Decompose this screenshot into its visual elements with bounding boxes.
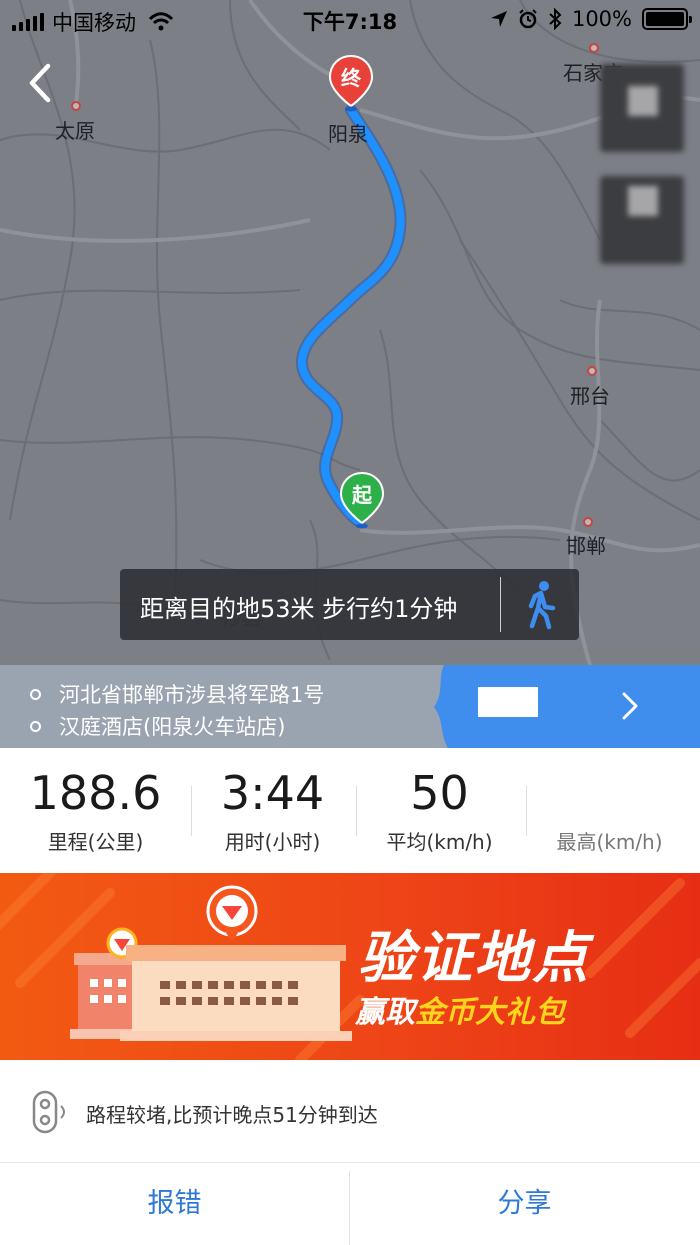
building-illustration <box>70 885 352 1041</box>
bottom-actions: 报错 分享 <box>0 1163 700 1245</box>
promo-subtitle: 赢取金币大礼包 <box>355 987 565 1031</box>
alarm-icon <box>519 9 537 29</box>
city-dot-handan <box>583 517 593 527</box>
stat-duration-value: 3:44 <box>220 766 325 820</box>
stat-average-speed: 50 平均(km/h) <box>352 748 527 873</box>
traffic-note-text: 路程较堵,比预计晚点51分钟到达 <box>86 1103 378 1127</box>
city-label-yangquan: 阳泉 <box>328 122 368 146</box>
back-icon[interactable] <box>22 58 62 108</box>
start-marker-icon[interactable]: 起 <box>339 471 385 531</box>
promo-sub-prefix: 赢取 <box>355 995 415 1030</box>
location-arrow-icon <box>490 11 507 27</box>
map-view[interactable]: 太原 阳泉 石家庄 邢台 邯郸 涉县 终 起 距离目的地53米 步行约1分钟 <box>0 0 700 665</box>
distance-text: 距离目的地53米 步行约1分钟 <box>140 595 458 623</box>
app-root: 太原 阳泉 石家庄 邢台 邯郸 涉县 终 起 距离目的地53米 步行约1分钟 <box>0 0 700 1245</box>
battery-icon <box>642 8 692 30</box>
stat-duration-label: 用时(小时) <box>224 830 321 854</box>
city-label-xingtai: 邢台 <box>570 384 610 408</box>
battery-percent: 100% <box>571 7 632 31</box>
hidden-label-box <box>478 687 538 717</box>
map-locate-control[interactable] <box>600 176 684 264</box>
route-line <box>297 106 405 526</box>
distance-banner: 距离目的地53米 步行约1分钟 <box>120 569 579 640</box>
report-error-button[interactable]: 报错 <box>0 1163 349 1245</box>
status-bar: 中国移动 下午7:18 100% <box>0 0 700 40</box>
stat-average-value: 50 <box>410 766 469 820</box>
from-address-row: 河北省邯郸市涉县将军路1号 <box>30 679 324 709</box>
trip-stats: 188.6 里程(公里) 3:44 用时(小时) 50 平均(km/h) 最高(… <box>0 748 700 873</box>
stat-max-speed: 最高(km/h) <box>522 748 697 873</box>
stat-max-label: 最高(km/h) <box>556 830 663 854</box>
from-bullet-icon <box>30 688 41 700</box>
promo-sub-highlight: 金币大礼包 <box>415 995 565 1030</box>
bluetooth-icon <box>549 8 562 30</box>
to-bullet-icon <box>30 720 41 732</box>
walking-icon[interactable] <box>523 580 559 630</box>
city-dot-shijiazhuang <box>589 43 599 53</box>
stat-distance-value: 188.6 <box>29 766 162 820</box>
chevron-right-icon[interactable] <box>620 691 640 721</box>
traffic-note: 路程较堵,比预计晚点51分钟到达 <box>0 1060 700 1163</box>
start-marker-label: 起 <box>351 483 373 507</box>
share-button[interactable]: 分享 <box>350 1163 699 1245</box>
promo-banner[interactable]: 验证地点 赢取金币大礼包 <box>0 873 700 1060</box>
city-dot-xingtai <box>587 366 597 376</box>
city-label-handan: 邯郸 <box>566 534 606 558</box>
stat-distance-label: 里程(公里) <box>47 830 144 854</box>
traffic-light-icon <box>32 1090 65 1134</box>
end-marker-label: 终 <box>341 66 362 90</box>
route-detail-button[interactable] <box>430 665 700 748</box>
from-address: 河北省邯郸市涉县将军路1号 <box>59 683 325 707</box>
city-dot-taiyuan <box>71 101 81 111</box>
map-layer-control[interactable] <box>600 64 684 152</box>
end-marker-icon[interactable]: 终 <box>328 54 374 114</box>
to-address-row: 汉庭酒店(阳泉火车站店) <box>30 711 285 741</box>
to-address: 汉庭酒店(阳泉火车站店) <box>59 715 286 739</box>
route-address-strip[interactable]: 河北省邯郸市涉县将军路1号 汉庭酒店(阳泉火车站店) <box>0 665 700 748</box>
stat-duration: 3:44 用时(小时) <box>185 748 360 873</box>
city-label-taiyuan: 太原 <box>55 119 95 143</box>
stat-average-label: 平均(km/h) <box>386 830 493 854</box>
promo-title: 验证地点 <box>358 926 590 991</box>
stat-distance: 188.6 里程(公里) <box>8 748 183 873</box>
banner-divider <box>500 577 501 632</box>
